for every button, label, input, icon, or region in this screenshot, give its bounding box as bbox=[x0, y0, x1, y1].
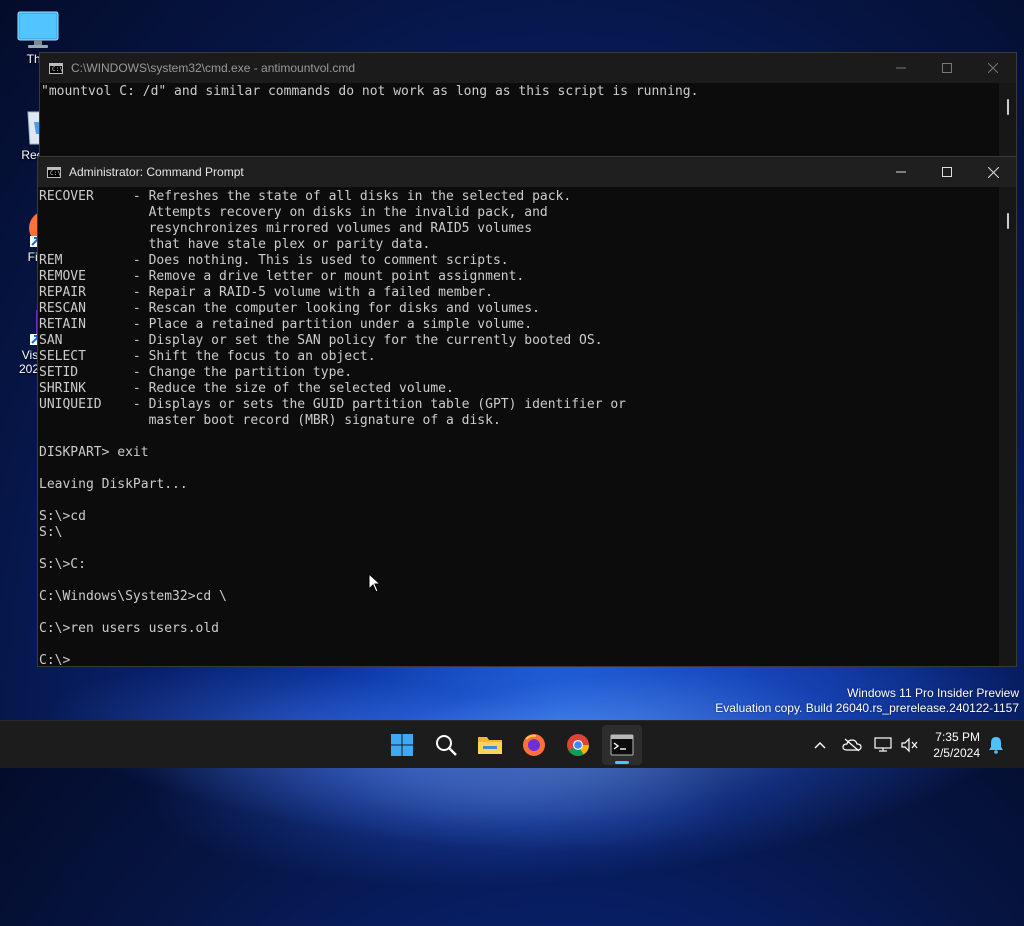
console-line: that have stale plex or parity data. bbox=[39, 237, 431, 252]
console-line: SETID - Change the partition type. bbox=[39, 365, 353, 380]
maximize-button[interactable] bbox=[924, 157, 970, 187]
maximize-icon bbox=[942, 167, 952, 177]
chevron-up-icon bbox=[814, 742, 826, 749]
notifications-button[interactable] bbox=[984, 721, 1008, 769]
clock-time: 7:35 PM bbox=[935, 730, 980, 744]
cmd-icon: C:\ bbox=[49, 62, 63, 74]
network-button[interactable] bbox=[872, 721, 894, 769]
console-line: Attempts recovery on disks in the invali… bbox=[39, 205, 548, 220]
console-line: REM - Does nothing. This is used to comm… bbox=[39, 253, 509, 268]
console-line: REPAIR - Repair a RAID-5 volume with a f… bbox=[39, 285, 493, 300]
console-output[interactable]: RECOVER - Refreshes the state of all dis… bbox=[38, 187, 1016, 669]
active-indicator bbox=[615, 761, 629, 764]
console-line: SELECT - Shift the focus to an object. bbox=[39, 349, 376, 364]
close-icon bbox=[987, 166, 999, 178]
system-clock[interactable]: 7:35 PM 2/5/2024 bbox=[933, 729, 980, 761]
cmd-window-antimountvol[interactable]: C:\ C:\WINDOWS\system32\cmd.exe - antimo… bbox=[39, 52, 1017, 162]
chrome-icon bbox=[567, 734, 589, 756]
console-line: C:\Windows\System32>cd \ bbox=[39, 589, 227, 604]
console-line: DISKPART> exit bbox=[39, 445, 149, 460]
console-line: S:\ bbox=[39, 525, 63, 540]
volume-button[interactable] bbox=[898, 721, 920, 769]
console-line: SAN - Display or set the SAN policy for … bbox=[39, 333, 603, 348]
cmd-window-admin[interactable]: C:\ Administrator: Command Prompt RECOVE… bbox=[37, 156, 1017, 669]
cmd-icon: C:\ bbox=[47, 166, 61, 178]
chrome-button[interactable] bbox=[558, 725, 598, 765]
evaluation-watermark: Windows 11 Pro Insider Preview Evaluatio… bbox=[715, 686, 1019, 716]
search-icon bbox=[436, 735, 457, 756]
window-titlebar[interactable]: C:\ C:\WINDOWS\system32\cmd.exe - antimo… bbox=[40, 53, 1016, 83]
start-icon bbox=[391, 734, 413, 756]
speaker-muted-icon bbox=[901, 737, 918, 753]
scrollbar[interactable] bbox=[999, 187, 1016, 666]
scrollbar-thumb[interactable] bbox=[1007, 213, 1009, 229]
onedrive-button[interactable] bbox=[840, 721, 864, 769]
console-line: C:\>ren users users.old bbox=[39, 621, 220, 636]
minimize-button[interactable] bbox=[878, 53, 924, 83]
file-explorer-icon bbox=[478, 737, 502, 754]
console-line: S:\>C: bbox=[39, 557, 86, 572]
close-icon bbox=[988, 63, 998, 73]
console-line: RECOVER - Refreshes the state of all dis… bbox=[39, 189, 572, 204]
console-line: UNIQUEID - Displays or sets the GUID par… bbox=[39, 397, 626, 412]
watermark-line: Evaluation copy. Build 26040.rs_prerelea… bbox=[715, 701, 1019, 715]
console-line: Leaving DiskPart... bbox=[39, 477, 188, 492]
maximize-icon bbox=[942, 63, 952, 73]
cloud-offline-icon bbox=[842, 738, 862, 752]
window-title: C:\WINDOWS\system32\cmd.exe - antimountv… bbox=[71, 61, 356, 75]
watermark-line: Windows 11 Pro Insider Preview bbox=[847, 686, 1019, 700]
console-line: master boot record (MBR) signature of a … bbox=[39, 413, 501, 428]
window-titlebar[interactable]: C:\ Administrator: Command Prompt bbox=[38, 157, 1016, 187]
console-output[interactable]: "mountvol C: /d" and similar commands do… bbox=[40, 83, 1016, 100]
scrollbar-thumb[interactable] bbox=[1007, 99, 1009, 115]
taskbar: 7:35 PM 2/5/2024 bbox=[0, 720, 1024, 768]
bell-icon bbox=[989, 737, 1003, 754]
console-line: SHRINK - Reduce the size of the selected… bbox=[39, 381, 454, 396]
minimize-icon bbox=[896, 171, 906, 173]
firefox-button[interactable] bbox=[514, 725, 554, 765]
firefox-icon bbox=[523, 734, 545, 756]
console-line: REMOVE - Remove a drive letter or mount … bbox=[39, 269, 525, 284]
terminal-icon bbox=[610, 734, 634, 756]
search-button[interactable] bbox=[426, 725, 466, 765]
file-explorer-button[interactable] bbox=[470, 725, 510, 765]
network-icon bbox=[874, 737, 892, 752]
mouse-cursor-icon bbox=[368, 573, 382, 593]
monitor-icon bbox=[16, 10, 60, 50]
scrollbar[interactable] bbox=[999, 83, 1016, 161]
console-line: resynchronizes mirrored volumes and RAID… bbox=[39, 221, 533, 236]
terminal-button[interactable] bbox=[602, 725, 642, 765]
window-title: Administrator: Command Prompt bbox=[69, 165, 244, 179]
minimize-icon bbox=[896, 67, 906, 69]
console-line: C:\> bbox=[39, 653, 71, 668]
minimize-button[interactable] bbox=[878, 157, 924, 187]
clock-date: 2/5/2024 bbox=[933, 746, 980, 760]
start-button[interactable] bbox=[382, 725, 422, 765]
close-button[interactable] bbox=[970, 53, 1016, 83]
maximize-button[interactable] bbox=[924, 53, 970, 83]
console-line: S:\>cd bbox=[39, 509, 86, 524]
close-button[interactable] bbox=[970, 157, 1016, 187]
console-line: RESCAN - Rescan the computer looking for… bbox=[39, 301, 540, 316]
console-line: RETAIN - Place a retained partition unde… bbox=[39, 317, 533, 332]
show-hidden-icons-button[interactable] bbox=[808, 721, 832, 769]
